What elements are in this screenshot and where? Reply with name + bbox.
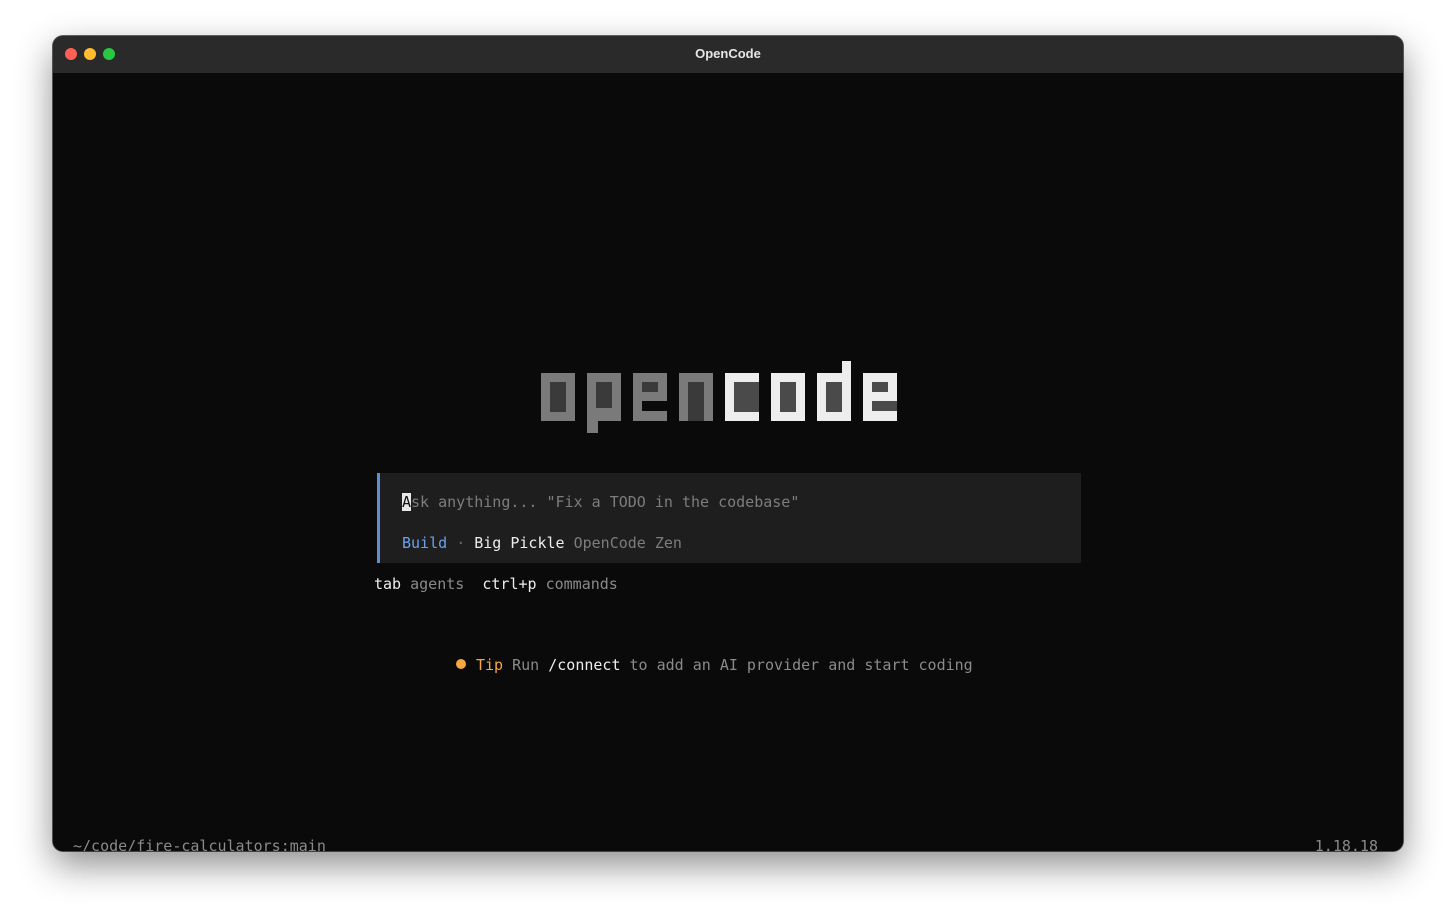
logo-letter-p-counter	[596, 382, 612, 408]
logo-letter-e2-gap	[872, 401, 897, 411]
logo-letter-p-descender	[587, 421, 598, 433]
logo-letter-d-counter	[826, 382, 842, 412]
tip-line: Tip Run /connect to add an AI provider a…	[456, 656, 973, 674]
tip-text-before: Run	[512, 656, 540, 674]
text-cursor: A	[402, 493, 412, 511]
terminal-content: Ask anything... "Fix a TODO in the codeb…	[53, 73, 1403, 851]
logo-letter-e	[633, 373, 667, 421]
tip-label: Tip	[476, 656, 504, 674]
keyboard-hints: tab agents ctrl+p commands	[374, 575, 618, 593]
provider-name: OpenCode Zen	[573, 534, 682, 552]
logo-letter-d-ascender	[842, 361, 851, 373]
hint-label-agents: agents	[410, 575, 465, 593]
logo-code-part	[725, 361, 897, 421]
tip-command: /connect	[548, 656, 621, 674]
logo-letter-o2-counter	[780, 382, 796, 412]
separator-dot: ·	[456, 534, 466, 552]
hint-key-ctrl-p: ctrl+p	[482, 575, 537, 593]
logo-letter-e2	[863, 373, 897, 421]
hint-label-commands: commands	[545, 575, 618, 593]
agent-selector[interactable]: Build	[402, 534, 447, 552]
tip-text-after: to add an AI provider and start coding	[629, 656, 973, 674]
model-name[interactable]: Big Pickle	[474, 534, 564, 552]
title-bar: OpenCode	[53, 36, 1403, 74]
logo-letter-o-counter	[550, 382, 566, 412]
prompt-input-box[interactable]: Ask anything... "Fix a TODO in the codeb…	[377, 473, 1081, 563]
version-label: 1.18.18	[1314, 837, 1378, 851]
working-directory-path: ~/code/fire-calculators:main	[73, 837, 326, 851]
hint-key-tab: tab	[374, 575, 402, 593]
logo-open-part	[541, 373, 713, 433]
logo-letter-c-counter	[734, 382, 759, 412]
logo-letter-e-counter	[642, 382, 658, 392]
prompt-input[interactable]: Ask anything... "Fix a TODO in the codeb…	[402, 493, 799, 511]
prompt-placeholder: sk anything... "Fix a TODO in the codeba…	[411, 493, 800, 511]
logo-letter-e-gap	[642, 401, 667, 411]
opencode-logo	[541, 361, 897, 433]
logo-letter-n-counter	[688, 382, 704, 421]
tip-dot-icon	[456, 659, 466, 669]
window-title: OpenCode	[695, 46, 761, 61]
app-window: OpenCode Ask anything... "Fix a TODO in …	[53, 36, 1403, 851]
logo-letter-e2-counter	[872, 382, 888, 392]
agent-model-line: Build · Big Pickle OpenCode Zen	[402, 534, 682, 552]
